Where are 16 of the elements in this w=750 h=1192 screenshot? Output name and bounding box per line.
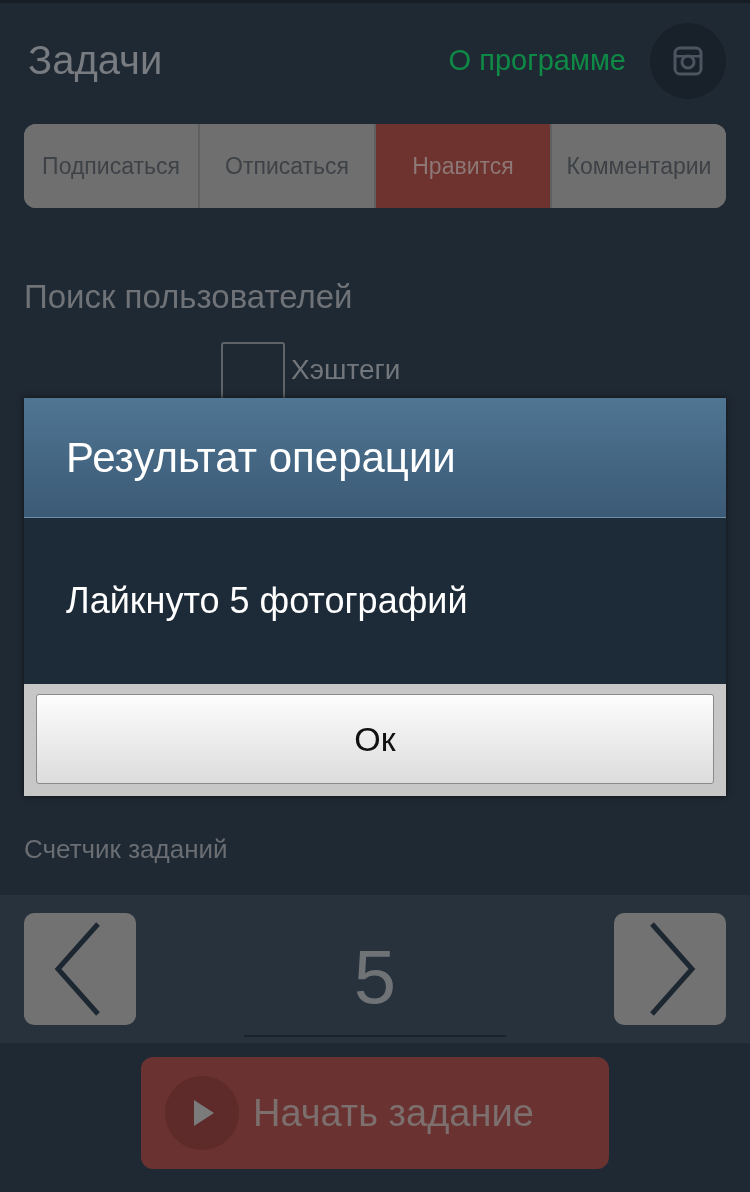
play-icon: [165, 1076, 239, 1150]
about-link[interactable]: О программе: [448, 44, 626, 77]
checkbox-label: Хэштеги: [291, 354, 401, 386]
dialog-message: Лайкнуто 5 фотографий: [65, 579, 469, 623]
ok-button[interactable]: Ок: [36, 694, 714, 784]
section-title: Поиск пользователей: [24, 278, 354, 316]
start-label: Начать задание: [253, 1091, 534, 1135]
camera-icon: [673, 45, 703, 76]
tab[interactable]: Нравится: [374, 124, 550, 208]
previous-button[interactable]: [24, 913, 136, 1025]
next-button[interactable]: [614, 913, 726, 1025]
counter-value[interactable]: 5: [244, 917, 506, 1037]
screen-title: Задачи: [28, 38, 164, 83]
dialog-title: Результат операции: [24, 398, 726, 518]
counter-label: Счетчик заданий: [24, 834, 229, 865]
start-task-button[interactable]: Начать задание: [141, 1057, 609, 1169]
